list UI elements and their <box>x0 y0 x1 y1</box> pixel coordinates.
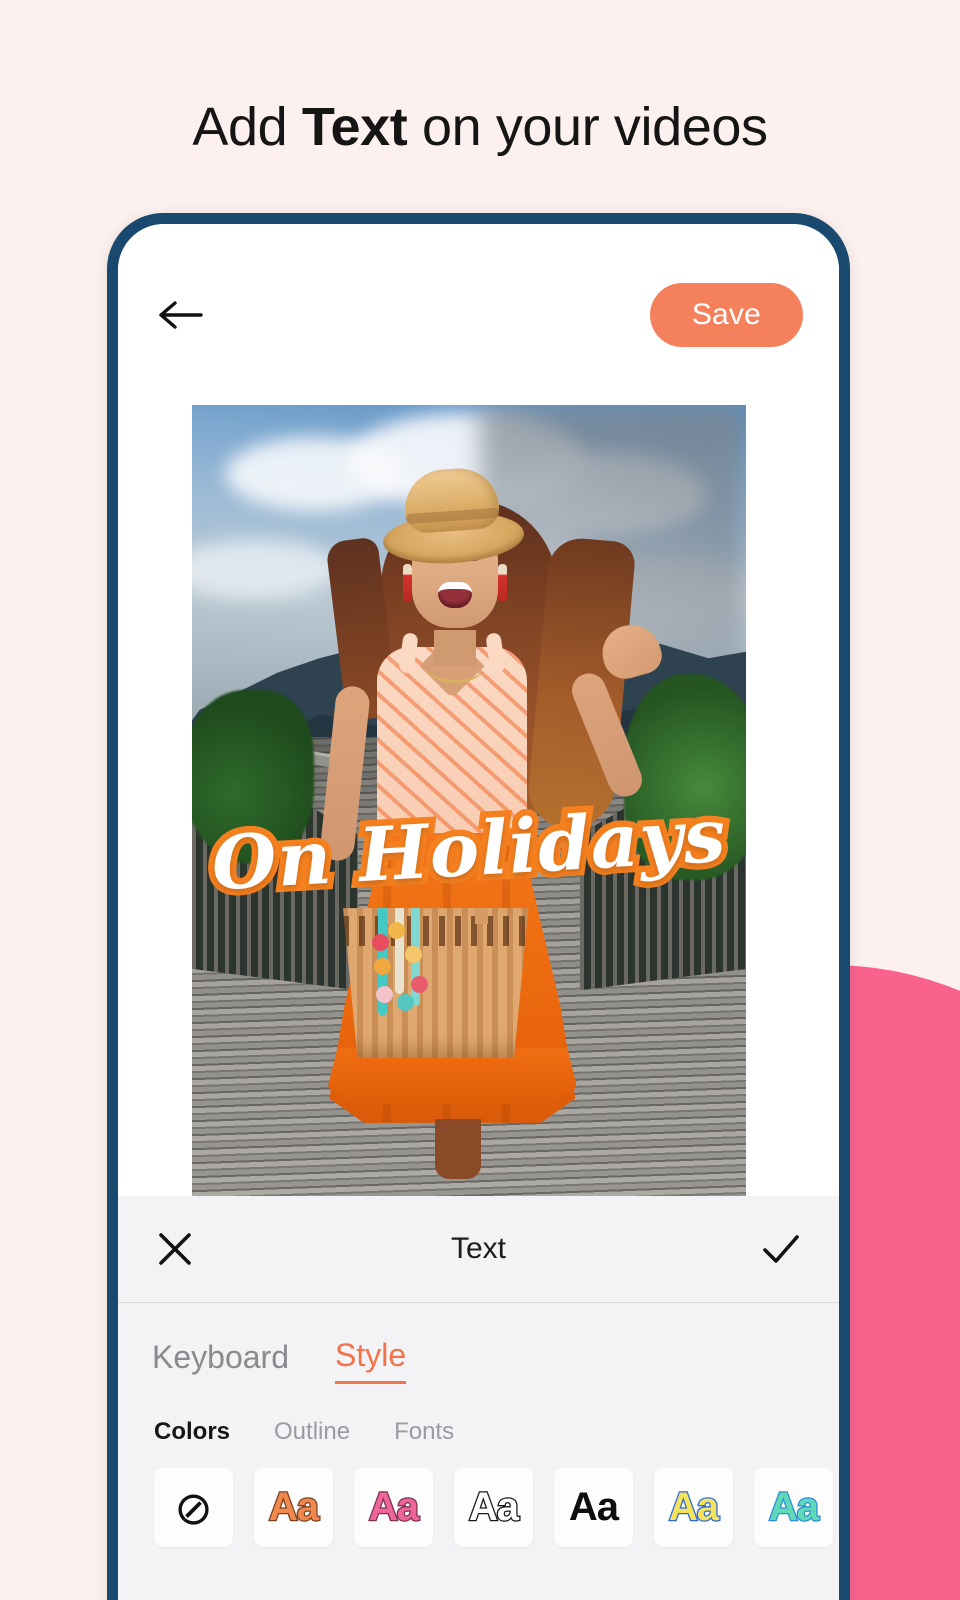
color-swatch-none[interactable]: ⊘ <box>154 1468 233 1547</box>
cancel-button[interactable] <box>156 1230 208 1268</box>
model-earring <box>497 564 507 603</box>
editor-title: Text <box>450 1232 507 1265</box>
color-swatch-teal[interactable]: Aa <box>754 1468 833 1547</box>
color-swatch-glyph: Aa <box>768 1484 821 1531</box>
color-swatch-glyph: Aa <box>268 1484 321 1531</box>
color-swatch-glyph: Aa <box>668 1484 721 1531</box>
sub-tab-fonts[interactable]: Fonts <box>394 1418 454 1446</box>
model-earring <box>402 564 412 603</box>
model-necklace <box>426 653 483 684</box>
arrow-left-icon <box>159 300 203 329</box>
page-title: Add Text on your videos <box>0 97 960 157</box>
model-legs <box>434 1118 481 1179</box>
close-icon <box>159 1233 191 1265</box>
model-straw-hat <box>379 464 527 568</box>
text-editor-panel: Text Keyboard Style Colors Outline Fonts… <box>118 1196 839 1600</box>
sub-tab-colors[interactable]: Colors <box>154 1418 230 1446</box>
headline-bold-word: Text <box>301 97 408 157</box>
color-swatch-glyph: Aa <box>568 1485 619 1529</box>
headline-prefix: Add <box>192 97 302 157</box>
video-preview-canvas[interactable]: On Holidays <box>192 405 746 1196</box>
tab-style[interactable]: Style <box>334 1337 407 1384</box>
save-button[interactable]: Save <box>649 282 803 347</box>
app-top-bar: Save <box>118 224 839 405</box>
phone-screen: Save On Holidays Text Keyboard Style Col… <box>118 224 839 1600</box>
mode-tab-bar: Keyboard Style <box>118 1303 839 1384</box>
back-button[interactable] <box>158 297 206 333</box>
color-swatch-row[interactable]: ⊘AaAaAaAaAaAaAa <box>118 1446 839 1547</box>
confirm-button[interactable] <box>749 1232 801 1266</box>
color-swatch-yellow[interactable]: Aa <box>654 1468 733 1547</box>
style-sub-tab-bar: Colors Outline Fonts <box>118 1384 839 1446</box>
color-swatch-orange[interactable]: Aa <box>254 1468 333 1547</box>
color-swatch-glyph: ⊘ <box>174 1481 213 1534</box>
editor-header: Text <box>118 1196 839 1303</box>
color-swatch-glyph: Aa <box>468 1484 521 1531</box>
tab-keyboard[interactable]: Keyboard <box>152 1339 289 1383</box>
model-basket-bag <box>343 908 529 1059</box>
check-icon <box>763 1235 799 1263</box>
color-swatch-glyph: Aa <box>368 1484 421 1531</box>
color-swatch-black[interactable]: Aa <box>554 1468 633 1547</box>
phone-mockup: Save On Holidays Text Keyboard Style Col… <box>107 213 850 1600</box>
sub-tab-outline[interactable]: Outline <box>274 1418 350 1446</box>
color-swatch-pink[interactable]: Aa <box>354 1468 433 1547</box>
headline-suffix: on your videos <box>407 97 768 157</box>
color-swatch-white[interactable]: Aa <box>454 1468 533 1547</box>
